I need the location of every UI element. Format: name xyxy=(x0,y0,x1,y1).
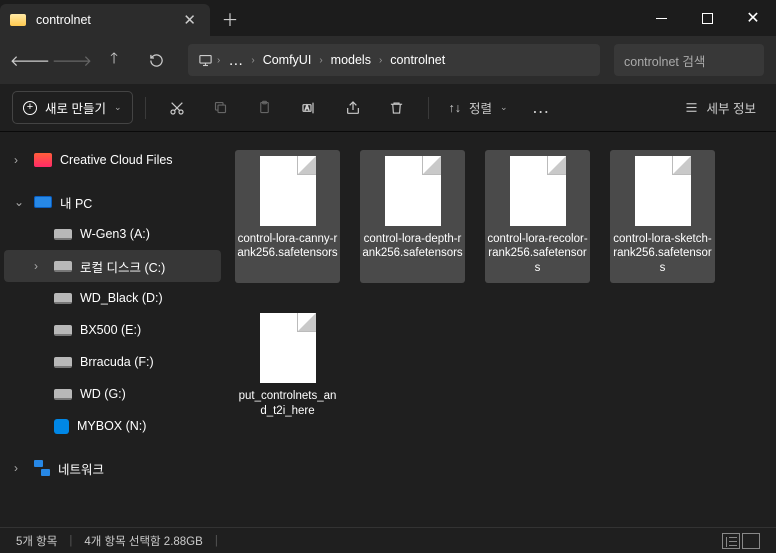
file-item[interactable]: control-lora-canny-rank256.safetensors xyxy=(235,150,340,283)
file-item[interactable]: put_controlnets_and_t2i_here xyxy=(235,307,340,426)
folder-icon xyxy=(10,14,26,26)
chevron-down-icon[interactable]: ⌄ xyxy=(14,195,26,209)
network-icon xyxy=(34,460,50,476)
tab-title: controlnet xyxy=(36,13,91,27)
more-button[interactable]: … xyxy=(522,91,560,125)
drive-icon xyxy=(54,357,72,368)
breadcrumb-overflow[interactable]: … xyxy=(220,52,251,69)
pc-icon xyxy=(34,196,52,208)
file-name: put_controlnets_and_t2i_here xyxy=(235,389,340,418)
drive-icon xyxy=(54,325,72,336)
breadcrumb-seg[interactable]: ComfyUI xyxy=(255,53,320,67)
content-pane[interactable]: control-lora-canny-rank256.safetensors c… xyxy=(225,132,776,527)
breadcrumb-seg[interactable]: models xyxy=(323,53,379,67)
sidebar-item-drive-e[interactable]: BX500 (E:) xyxy=(4,314,221,346)
title-bar: controlnet ✕ ＋ ✕ xyxy=(0,0,776,36)
selection-info: 4개 항목 선택함 2.88GB xyxy=(84,533,202,549)
drive-icon xyxy=(54,229,72,240)
file-item[interactable]: control-lora-sketch-rank256.safetensors xyxy=(610,150,715,283)
drive-icon xyxy=(54,261,72,272)
maximize-button[interactable] xyxy=(684,0,730,36)
sort-icon: ↑↓ xyxy=(449,101,462,115)
file-icon xyxy=(260,156,316,226)
sidebar-item-network[interactable]: ›네트워크 xyxy=(4,452,221,484)
sort-label: 정렬 xyxy=(469,98,492,117)
sidebar-item-drive-f[interactable]: Brracuda (F:) xyxy=(4,346,221,378)
view-button[interactable]: 세부 정보 xyxy=(676,92,764,123)
file-name: control-lora-canny-rank256.safetensors xyxy=(235,232,340,261)
item-count: 5개 항목 xyxy=(16,533,57,549)
chevron-down-icon: ⌄ xyxy=(500,102,508,113)
address-bar[interactable]: › … › ComfyUI › models › controlnet xyxy=(188,44,600,76)
drive-icon xyxy=(54,293,72,304)
back-button[interactable]: 🡐 xyxy=(12,44,48,76)
file-item[interactable]: control-lora-depth-rank256.safetensors xyxy=(360,150,465,283)
window-tab[interactable]: controlnet ✕ xyxy=(0,4,210,36)
file-icon xyxy=(510,156,566,226)
sidebar-item-creative-cloud[interactable]: ›Creative Cloud Files xyxy=(4,144,221,176)
cut-button[interactable] xyxy=(158,91,196,125)
sidebar-item-drive-c[interactable]: ›로컬 디스크 (C:) xyxy=(4,250,221,282)
close-tab-icon[interactable]: ✕ xyxy=(179,11,200,29)
plus-circle-icon: + xyxy=(23,101,37,115)
sidebar-item-drive-a[interactable]: W-Gen3 (A:) xyxy=(4,218,221,250)
file-item[interactable]: control-lora-recolor-rank256.safetensors xyxy=(485,150,590,283)
sidebar-item-this-pc[interactable]: ⌄내 PC xyxy=(4,186,221,218)
file-icon xyxy=(260,313,316,383)
refresh-button[interactable] xyxy=(138,44,174,76)
copy-button[interactable] xyxy=(202,91,240,125)
search-input[interactable]: controlnet 검색 xyxy=(614,44,764,76)
share-button[interactable] xyxy=(334,91,372,125)
file-name: control-lora-sketch-rank256.safetensors xyxy=(610,232,715,275)
sidebar: ›Creative Cloud Files ⌄내 PC W-Gen3 (A:) … xyxy=(0,132,225,527)
new-button[interactable]: + 새로 만들기 ⌄ xyxy=(12,91,133,124)
svg-text:A: A xyxy=(305,106,309,112)
sidebar-item-drive-d[interactable]: WD_Black (D:) xyxy=(4,282,221,314)
monitor-icon xyxy=(194,53,217,68)
creative-cloud-icon xyxy=(34,153,52,167)
grid-view-icon[interactable] xyxy=(742,533,760,549)
nav-row: 🡐 🡒 🡑 › … › ComfyUI › models › controlne… xyxy=(0,36,776,84)
paste-button[interactable] xyxy=(246,91,284,125)
breadcrumb-seg[interactable]: controlnet xyxy=(382,53,453,67)
new-tab-button[interactable]: ＋ xyxy=(210,0,250,36)
file-name: control-lora-depth-rank256.safetensors xyxy=(360,232,465,261)
drive-icon xyxy=(54,389,72,400)
status-bar: 5개 항목 | 4개 항목 선택함 2.88GB | xyxy=(0,527,776,553)
rename-button[interactable]: A xyxy=(290,91,328,125)
new-label: 새로 만들기 xyxy=(45,98,106,117)
close-window-button[interactable]: ✕ xyxy=(730,0,776,36)
view-label: 세부 정보 xyxy=(707,98,756,117)
delete-button[interactable] xyxy=(378,91,416,125)
sort-button[interactable]: ↑↓ 정렬 ⌄ xyxy=(441,92,516,123)
file-name: control-lora-recolor-rank256.safetensors xyxy=(485,232,590,275)
up-button[interactable]: 🡑 xyxy=(96,44,132,76)
file-icon xyxy=(635,156,691,226)
toolbar: + 새로 만들기 ⌄ A ↑↓ 정렬 ⌄ … 세부 정보 xyxy=(0,84,776,132)
details-icon xyxy=(684,100,699,115)
chevron-down-icon: ⌄ xyxy=(114,102,122,113)
chevron-right-icon[interactable]: › xyxy=(14,153,26,167)
chevron-right-icon[interactable]: › xyxy=(14,461,26,475)
list-view-icon[interactable] xyxy=(722,533,740,549)
sidebar-item-drive-g[interactable]: WD (G:) xyxy=(4,378,221,410)
minimize-button[interactable] xyxy=(638,0,684,36)
sidebar-item-drive-n[interactable]: MYBOX (N:) xyxy=(4,410,221,442)
forward-button[interactable]: 🡒 xyxy=(54,44,90,76)
chevron-right-icon[interactable]: › xyxy=(34,259,46,273)
file-icon xyxy=(385,156,441,226)
mybox-icon xyxy=(54,419,69,434)
